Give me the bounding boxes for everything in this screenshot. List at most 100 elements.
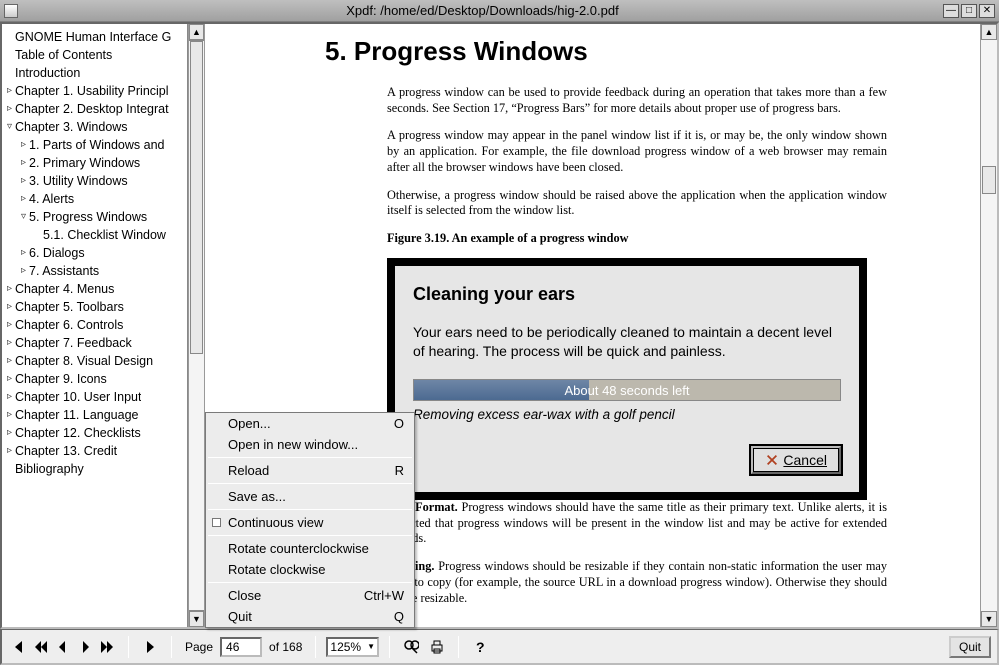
find-button[interactable] (400, 636, 422, 658)
outline-item[interactable]: ▿Chapter 3. Windows (4, 118, 185, 136)
outline-label: Chapter 11. Language (15, 406, 138, 424)
collapsed-icon[interactable]: ▹ (4, 352, 15, 370)
context-menu: Open...OOpen in new window... ReloadR Save… (205, 412, 415, 628)
menu-label: Save as... (228, 489, 286, 504)
zoom-select[interactable]: 125% ▼ (326, 637, 379, 657)
history-forward-button[interactable] (139, 636, 161, 658)
prev-page-button[interactable] (52, 636, 74, 658)
collapsed-icon[interactable]: ▹ (18, 190, 29, 208)
collapsed-icon[interactable]: ▹ (4, 280, 15, 298)
minimize-icon: — (946, 6, 956, 16)
menu-item[interactable]: Rotate counterclockwise (206, 538, 414, 559)
outline-item[interactable]: Introduction (4, 64, 185, 82)
collapsed-icon[interactable]: ▹ (4, 442, 15, 460)
outline-item[interactable]: ▹Chapter 4. Menus (4, 280, 185, 298)
sidebar-scrollbar[interactable]: ▲ ▼ (188, 24, 205, 627)
scroll-down-icon[interactable]: ▼ (189, 611, 204, 627)
outline-item[interactable]: GNOME Human Interface G (4, 28, 185, 46)
collapsed-icon[interactable]: ▹ (4, 298, 15, 316)
scroll-track[interactable] (981, 40, 997, 611)
expanded-icon[interactable]: ▿ (18, 208, 29, 226)
collapsed-icon[interactable]: ▹ (18, 154, 29, 172)
collapsed-icon[interactable]: ▹ (18, 262, 29, 280)
outline-item[interactable]: 5.1. Checklist Window (4, 226, 185, 244)
scroll-thumb[interactable] (190, 41, 203, 354)
outline-item[interactable]: ▹Chapter 2. Desktop Integrat (4, 100, 185, 118)
next-page-button[interactable] (74, 636, 96, 658)
page-input[interactable] (220, 637, 262, 657)
collapsed-icon[interactable]: ▹ (4, 424, 15, 442)
collapsed-icon[interactable]: ▹ (4, 100, 15, 118)
outline-item[interactable]: ▹3. Utility Windows (4, 172, 185, 190)
maximize-button[interactable]: □ (961, 4, 977, 18)
outline-item[interactable]: ▹Chapter 6. Controls (4, 316, 185, 334)
collapsed-icon[interactable]: ▹ (4, 82, 15, 100)
outline-item[interactable]: ▹Chapter 5. Toolbars (4, 298, 185, 316)
outline-item[interactable]: ▹Chapter 9. Icons (4, 370, 185, 388)
checkbox-icon (212, 518, 221, 527)
collapsed-icon[interactable]: ▹ (4, 388, 15, 406)
outline-label: Chapter 1. Usability Principl (15, 82, 169, 100)
about-button[interactable]: ? (469, 636, 491, 658)
menu-item[interactable]: ReloadR (206, 460, 414, 481)
last-page-button[interactable] (96, 636, 118, 658)
outline-item[interactable]: Table of Contents (4, 46, 185, 64)
history-back-button[interactable] (8, 636, 30, 658)
app-icon (4, 4, 18, 18)
collapsed-icon[interactable]: ▹ (4, 406, 15, 424)
scroll-down-icon[interactable]: ▼ (981, 611, 997, 627)
menu-label: Rotate clockwise (228, 562, 326, 577)
outline-item[interactable]: ▹Chapter 8. Visual Design (4, 352, 185, 370)
collapsed-icon[interactable]: ▹ (4, 334, 15, 352)
quit-button[interactable]: Quit (949, 636, 991, 658)
scroll-track[interactable] (189, 40, 204, 611)
first-page-button[interactable] (30, 636, 52, 658)
outline-item[interactable]: ▹6. Dialogs (4, 244, 185, 262)
section-heading: 5. Progress Windows (325, 36, 957, 67)
outline-label: Chapter 4. Menus (15, 280, 114, 298)
outline-item[interactable]: Bibliography (4, 460, 185, 478)
cancel-icon (765, 453, 779, 467)
outline-item[interactable]: ▹Chapter 12. Checklists (4, 424, 185, 442)
scroll-thumb[interactable] (982, 166, 996, 195)
document-scrollbar[interactable]: ▲ ▼ (980, 24, 997, 627)
collapsed-icon[interactable]: ▹ (4, 370, 15, 388)
outline-item[interactable]: ▹Chapter 13. Credit (4, 442, 185, 460)
menu-item[interactable]: Continuous view (206, 512, 414, 533)
menu-item[interactable]: Open...O (206, 413, 414, 434)
cancel-button[interactable]: Cancel (751, 446, 841, 474)
collapsed-icon[interactable]: ▹ (18, 172, 29, 190)
figure-caption: Figure 3.19. An example of a progress wi… (387, 231, 957, 246)
menu-label: Rotate counterclockwise (228, 541, 369, 556)
zoom-value: 125% (330, 640, 361, 654)
menu-item[interactable]: Rotate clockwise (206, 559, 414, 580)
outline-item[interactable]: ▹Chapter 1. Usability Principl (4, 82, 185, 100)
menu-item[interactable]: Open in new window... (206, 434, 414, 455)
outline-label: Chapter 7. Feedback (15, 334, 132, 352)
print-button[interactable] (426, 636, 448, 658)
close-button[interactable]: ✕ (979, 4, 995, 18)
menu-item[interactable]: CloseCtrl+W (206, 585, 414, 606)
outline-item[interactable]: ▹Chapter 7. Feedback (4, 334, 185, 352)
outline-item[interactable]: ▹Chapter 11. Language (4, 406, 185, 424)
outline-label: 7. Assistants (29, 262, 99, 280)
outline-item[interactable]: ▹2. Primary Windows (4, 154, 185, 172)
outline-item[interactable]: ▹4. Alerts (4, 190, 185, 208)
collapsed-icon[interactable]: ▹ (18, 136, 29, 154)
outline-label: Chapter 5. Toolbars (15, 298, 124, 316)
expanded-icon[interactable]: ▿ (4, 118, 15, 136)
menu-separator (208, 483, 412, 484)
menu-item[interactable]: Save as... (206, 486, 414, 507)
menu-item[interactable]: QuitQ (206, 606, 414, 627)
outline-item[interactable]: ▹1. Parts of Windows and (4, 136, 185, 154)
outline-item[interactable]: ▹7. Assistants (4, 262, 185, 280)
minimize-button[interactable]: — (943, 4, 959, 18)
collapsed-icon[interactable]: ▹ (18, 244, 29, 262)
scroll-up-icon[interactable]: ▲ (981, 24, 997, 40)
app-frame: GNOME Human Interface GTable of Contents… (0, 22, 999, 629)
outline-item[interactable]: ▹Chapter 10. User Input (4, 388, 185, 406)
page-total: of 168 (269, 640, 302, 654)
scroll-up-icon[interactable]: ▲ (189, 24, 204, 40)
outline-item[interactable]: ▿5. Progress Windows (4, 208, 185, 226)
collapsed-icon[interactable]: ▹ (4, 316, 15, 334)
